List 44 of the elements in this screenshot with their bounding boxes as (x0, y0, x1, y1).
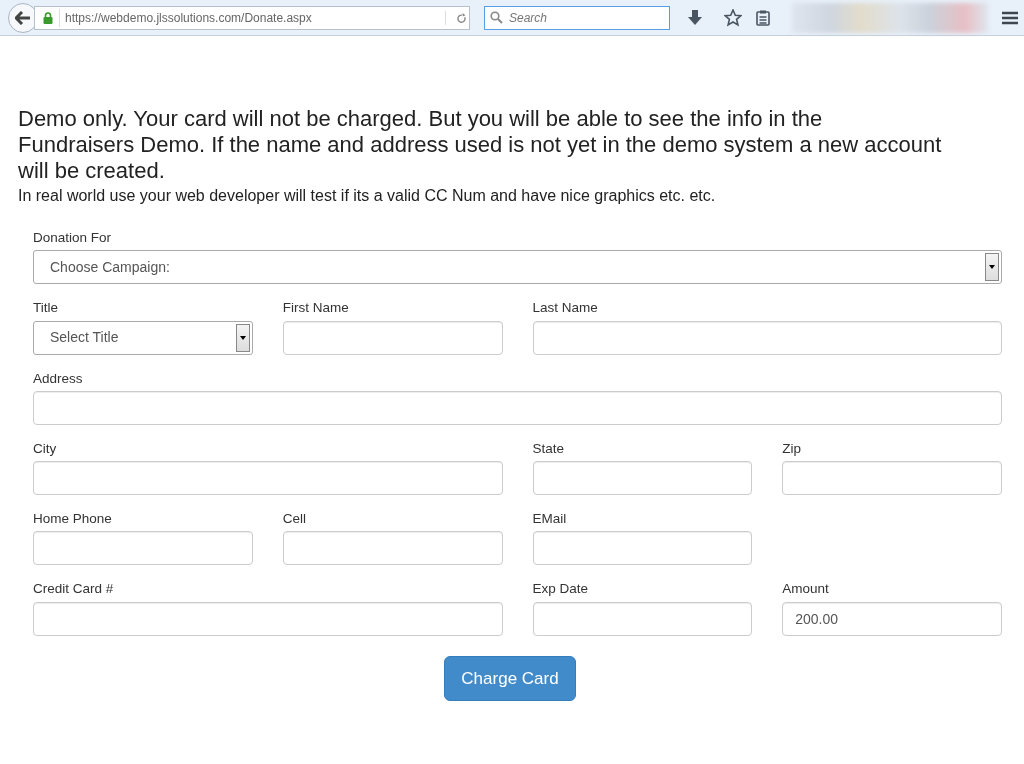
dropdown[interactable]: Select Title (33, 320, 253, 355)
developer-note: In real world use your web developer will test if its a valid CC Num and have nice graphics etc. etc. (18, 186, 717, 206)
input-field[interactable] (532, 601, 753, 636)
input-field[interactable] (532, 531, 753, 566)
reload-icon[interactable] (445, 10, 469, 25)
address-bar[interactable]: https://webdemo.jlssolutions.com/Donate.aspx (34, 5, 470, 30)
input-field[interactable] (282, 320, 503, 355)
field-label: Zip (782, 439, 802, 458)
input-field[interactable] (782, 461, 1002, 495)
search-field[interactable]: Search (484, 5, 670, 30)
caret-icon (989, 265, 995, 270)
field-label: City (33, 439, 58, 458)
menu-icon[interactable] (1002, 10, 1018, 25)
star-icon[interactable] (724, 8, 742, 27)
input-field[interactable] (532, 320, 1002, 355)
input-field[interactable] (282, 531, 503, 566)
field-label: Title (33, 299, 59, 318)
input-field[interactable] (532, 461, 753, 495)
field-label: Exp Date (532, 580, 590, 599)
input-field[interactable] (33, 601, 503, 636)
field-label: Amount (782, 580, 830, 599)
padlock-icon (43, 11, 53, 24)
field-label: Address (33, 369, 84, 388)
field-label: Credit Card # (33, 580, 115, 599)
demo-notice: Demo only. Your card will not be charged. But you will be able to see the info in the Fundraisers Demo. If the name and address used is not yet in the demo system a new account will be created. (18, 106, 943, 184)
url-text: https://webdemo.jlssolutions.com/Donate.aspx (59, 8, 439, 27)
field-label: First Name (282, 299, 350, 318)
field-label: State (532, 439, 566, 458)
input-field[interactable]: 200.00 (782, 601, 1002, 636)
field-label: Home Phone (33, 510, 113, 528)
field-label: EMail (532, 510, 568, 528)
download-arrow-icon[interactable] (688, 9, 702, 26)
search-icon (490, 10, 503, 24)
clipboard-list-icon[interactable] (756, 9, 770, 26)
charge-card-button[interactable]: Charge Card (444, 655, 576, 701)
field-label: Donation For (33, 229, 113, 247)
input-field[interactable] (33, 390, 1002, 425)
input-field[interactable] (33, 531, 253, 566)
input-field[interactable] (33, 461, 503, 495)
arrow-icon (15, 10, 31, 25)
dropdown[interactable]: Choose Campaign: (33, 250, 1002, 285)
field-label: Last Name (532, 299, 599, 318)
field-label: Cell (282, 510, 307, 528)
caret-icon (239, 335, 246, 340)
